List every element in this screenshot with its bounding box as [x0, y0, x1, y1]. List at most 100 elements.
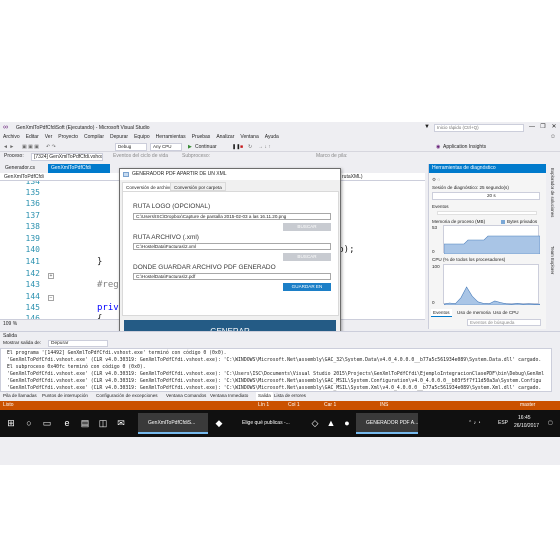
app-insights-icon[interactable]: ◉: [436, 143, 440, 151]
config-select[interactable]: Debug: [115, 143, 147, 151]
menu-ventana[interactable]: Ventana: [240, 133, 258, 142]
tab-error-list[interactable]: Lista de errores: [274, 392, 306, 400]
output-line: El programa '[14492] GenXmlToPdfCfdi.vsh…: [7, 351, 227, 356]
tray-icons[interactable]: ⌃ ♪ ◔: [468, 420, 481, 426]
process-label: Proceso:: [4, 153, 24, 159]
task-view-icon[interactable]: ▭: [42, 418, 52, 428]
app-insights-button[interactable]: Application Insights: [443, 143, 486, 151]
file-explorer-icon[interactable]: ▤: [80, 418, 90, 428]
save-in-button[interactable]: GUARDAR EN: [283, 283, 331, 291]
diagnostics-toolbar-icons[interactable]: ⚙ ◌: [432, 177, 440, 183]
line-number: 141: [25, 257, 40, 266]
menu-proyecto[interactable]: Proyecto: [58, 133, 78, 142]
window-title: GenXmlToPdfCfdiSoft (Ejecutando) - Micro…: [16, 125, 150, 131]
cpu-chart[interactable]: [443, 264, 541, 306]
app-icon[interactable]: ◇: [310, 418, 320, 428]
maximize-button[interactable]: ❐: [538, 123, 548, 132]
tray-date[interactable]: 26/10/2017: [514, 423, 539, 429]
tab-exception-settings[interactable]: Configuración de excepciones: [96, 392, 158, 400]
memory-chart[interactable]: [443, 225, 541, 255]
step-icons[interactable]: → ↓ ↑: [258, 143, 271, 151]
solution-explorer-tab[interactable]: Explorador de soluciones: [550, 168, 555, 217]
menu-analizar[interactable]: Analizar: [216, 133, 234, 142]
diag-tab-memory[interactable]: Uso de memoria: [455, 309, 493, 316]
tab-file-conversion[interactable]: Conversión de archivo: [122, 182, 176, 191]
store-icon[interactable]: ◫: [98, 418, 108, 428]
taskbar-visual-studio[interactable]: GenXmlToPdfCfdiS...: [138, 413, 208, 434]
events-track[interactable]: [437, 211, 537, 215]
pdf-path-input[interactable]: C:\HostelData\Facturas\2.pdf: [133, 273, 331, 280]
minimize-button[interactable]: —: [527, 123, 537, 132]
memory-axis-max: 53: [432, 225, 438, 230]
xml-path-input[interactable]: C:\HostelData\Facturas\2.xml: [133, 243, 331, 250]
mail-icon[interactable]: ✉: [116, 418, 126, 428]
tab-command-window[interactable]: Ventana Comandos: [166, 392, 206, 400]
tab-folder-conversion[interactable]: Conversión por carpeta: [170, 182, 226, 191]
platform-select[interactable]: Any CPU: [150, 143, 182, 151]
app-icon[interactable]: ▲: [326, 418, 336, 428]
search-icon[interactable]: ○: [24, 418, 34, 428]
browse-xml-button[interactable]: BUSCAR: [283, 253, 331, 261]
menu-editar[interactable]: Editar: [26, 133, 39, 142]
browse-logo-button[interactable]: BUSCAR: [283, 223, 331, 231]
status-branch[interactable]: master: [520, 401, 535, 410]
user-icon[interactable]: ☺: [550, 134, 556, 140]
tab-call-stack[interactable]: Pila de llamadas: [3, 392, 37, 400]
menu-herramientas[interactable]: Herramientas: [156, 133, 186, 142]
events-search-input[interactable]: Eventos de búsqueda: [467, 319, 541, 326]
tab-genxmltopdfcfdi[interactable]: GenXmlToPdfCfdi: [48, 164, 110, 173]
process-select[interactable]: [7324] GenXmlToPdfCfdi.vshost.exe: [31, 153, 103, 161]
timeline-ruler[interactable]: [432, 192, 540, 200]
menu-compilar[interactable]: Compilar: [84, 133, 104, 142]
undo-redo-icon[interactable]: ↶ ↷: [46, 143, 56, 151]
nav-member-select[interactable]: rutaXML): [342, 173, 363, 181]
menu-ayuda[interactable]: Ayuda: [265, 133, 279, 142]
tab-immediate-window[interactable]: Ventana Inmediato: [210, 392, 248, 400]
notifications-icon[interactable]: ▢: [548, 420, 553, 426]
tray-time[interactable]: 16:45: [518, 415, 531, 421]
tab-output[interactable]: Salida: [256, 392, 273, 400]
line-number: 140: [25, 245, 40, 254]
team-explorer-tab[interactable]: Team Explorer: [550, 246, 555, 274]
stop-icon[interactable]: ■: [240, 143, 243, 151]
status-ready: Listo: [3, 402, 14, 408]
timeline-label: 20 s: [487, 193, 496, 198]
collapse-toggle-icon[interactable]: −: [48, 295, 54, 301]
zoom-level[interactable]: 109 %: [3, 320, 17, 328]
output-source-select[interactable]: Depurar: [48, 340, 108, 347]
logo-path-label: RUTA LOGO (OPCIONAL): [133, 203, 211, 210]
menu-archivo[interactable]: Archivo: [3, 133, 20, 142]
save-icons[interactable]: ▣ ▣ ▣: [22, 143, 39, 151]
quick-launch-input[interactable]: Inicio rápido (Ctrl+Q): [434, 124, 524, 132]
lifecycle-events-select[interactable]: Eventos del ciclo de vida: [113, 153, 168, 160]
nav-project-select[interactable]: GenXmlToPdfCfdi: [4, 173, 44, 181]
output-header: Salida: [0, 331, 560, 339]
edge-browser-icon[interactable]: e: [62, 418, 72, 428]
continue-play-icon[interactable]: ▶: [188, 143, 192, 151]
logo-path-input[interactable]: C:\Users\ISC\Dropbox\Capture de pantalla…: [133, 213, 331, 220]
continue-button[interactable]: Continuar: [195, 143, 217, 151]
taskbar-chrome[interactable]: Elige qué publicas -...: [232, 413, 304, 434]
windows-start-icon[interactable]: ⊞: [6, 418, 16, 428]
filter-icon[interactable]: ▼: [424, 124, 430, 130]
close-button[interactable]: ✕: [549, 123, 559, 132]
menu-equipo[interactable]: Equipo: [134, 133, 150, 142]
menu-pruebas[interactable]: Pruebas: [192, 133, 211, 142]
status-bar: Listo Lín 1 Col 1 Car 1 INS master: [0, 401, 560, 410]
diag-tab-cpu[interactable]: Uso de CPU: [491, 309, 521, 316]
memory-area: [443, 235, 541, 255]
output-text[interactable]: El programa '[14492] GenXmlToPdfCfdi.vsh…: [0, 348, 552, 392]
diag-tab-events[interactable]: Eventos: [431, 309, 452, 317]
collapse-toggle-icon[interactable]: +: [48, 273, 54, 279]
menu-ver[interactable]: Ver: [45, 133, 53, 142]
taskbar-generator[interactable]: GENERADOR PDF A...: [356, 413, 418, 434]
app-icon[interactable]: ●: [342, 418, 352, 428]
menu-depurar[interactable]: Depurar: [110, 133, 128, 142]
tab-generador-cs[interactable]: Generador.cs: [2, 164, 38, 173]
line-number: 143: [25, 280, 40, 289]
tab-breakpoints[interactable]: Puntos de interrupción: [42, 392, 88, 400]
tray-language[interactable]: ESP: [498, 420, 508, 426]
app-icon[interactable]: ◆: [214, 418, 224, 428]
restart-icon[interactable]: ↻: [248, 143, 252, 151]
back-arrow-icon[interactable]: ◄ ►: [3, 143, 14, 151]
